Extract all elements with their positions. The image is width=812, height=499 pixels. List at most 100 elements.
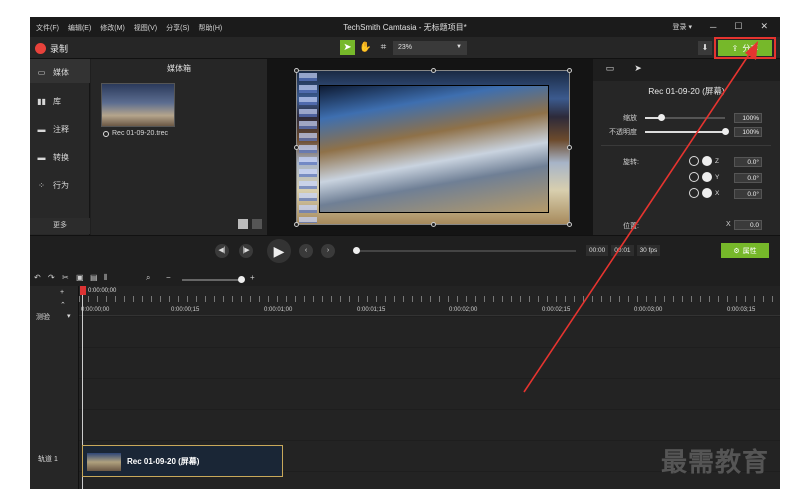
resize-handle[interactable] — [431, 68, 436, 73]
crop-tool-icon[interactable]: ⌗ — [376, 40, 391, 55]
rotate-z-icon — [689, 156, 699, 166]
quiz-marker-label[interactable]: 测验 — [36, 312, 50, 322]
clip-type-icon — [103, 130, 109, 137]
resize-handle[interactable] — [294, 145, 299, 150]
record-button[interactable]: 录制 — [35, 42, 68, 55]
step-forward-icon[interactable]: |▶ — [239, 244, 253, 258]
redo-icon[interactable]: ↷ — [48, 273, 55, 282]
copy-icon[interactable]: ▣ — [76, 273, 84, 282]
zoom-out-icon[interactable]: − — [166, 273, 171, 282]
ruler-label: 0:00:01;15 — [357, 307, 386, 313]
watermark: 最需教育 — [661, 448, 770, 478]
previous-icon[interactable]: ‹ — [299, 244, 313, 258]
rotate-x-handle[interactable] — [702, 188, 712, 198]
scrubber-knob[interactable] — [353, 247, 360, 254]
transition-icon: ▬ — [37, 153, 46, 162]
rail-item-media[interactable]: ▭ 媒体 — [36, 67, 69, 78]
minimize-button[interactable]: ─ — [710, 22, 716, 32]
window-title: TechSmith Camtasia - 无标题项目* — [343, 23, 467, 32]
opacity-slider-knob[interactable] — [722, 128, 729, 135]
collapse-icon[interactable]: ⌃ — [60, 301, 66, 309]
pos-x-label: X — [726, 221, 731, 228]
scale-value[interactable]: 100% — [734, 113, 762, 123]
chevron-down-icon: ▼ — [456, 44, 462, 50]
playback-scrubber[interactable] — [353, 247, 576, 254]
opacity-label: 不透明度 — [609, 129, 637, 136]
rotation-y: Y — [689, 172, 719, 182]
add-track-icon[interactable]: + — [60, 289, 64, 296]
resize-handle[interactable] — [294, 222, 299, 227]
ruler-ticks — [79, 296, 780, 302]
clip-thumbnail — [87, 453, 121, 471]
more-button[interactable]: 更多 — [30, 218, 90, 234]
resize-handle[interactable] — [431, 222, 436, 227]
gear-icon: ⚙ — [733, 247, 740, 255]
rail-item-annotations[interactable]: ▬ 注释 — [36, 124, 70, 135]
properties-button-label: 属性 — [742, 247, 757, 255]
rail-item-label: 注释 — [53, 125, 69, 134]
position-x-value[interactable]: 0.0 — [734, 220, 762, 230]
zoom-select[interactable]: 23% ▼ — [393, 41, 467, 55]
playhead[interactable] — [80, 286, 86, 295]
pointer-tool-icon[interactable]: ➤ — [340, 40, 355, 55]
maximize-button[interactable]: ☐ — [734, 21, 742, 32]
rotation-y-value[interactable]: 0.0° — [734, 173, 762, 183]
grid-view-icon[interactable] — [238, 219, 248, 229]
axis-y-label: Y — [715, 173, 720, 181]
properties-button[interactable]: ⚙ 属性 — [721, 243, 769, 258]
rotation-x-value[interactable]: 0.0° — [734, 189, 762, 199]
timeline-clip[interactable]: Rec 01-09-20 (屏幕) — [82, 445, 283, 477]
resize-handle[interactable] — [567, 68, 572, 73]
opacity-slider[interactable] — [645, 128, 729, 135]
download-icon[interactable]: ⬇ — [698, 41, 712, 55]
login-menu[interactable]: 登录 ▾ — [673, 22, 692, 32]
split-icon[interactable]: ⫴ — [104, 273, 107, 283]
rail-item-behaviors[interactable]: ⁘ 行为 — [36, 180, 69, 191]
rail-item-library[interactable]: ▮▮ 库 — [36, 96, 61, 107]
axis-x-label: X — [715, 189, 720, 197]
ruler-label: 0:00:03;00 — [634, 307, 663, 313]
library-icon: ▮▮ — [37, 97, 46, 106]
nested-screen — [319, 85, 549, 213]
timeline-zoom-knob[interactable] — [238, 276, 245, 283]
undo-icon[interactable]: ↶ — [34, 273, 41, 282]
resize-handle[interactable] — [567, 222, 572, 227]
zoom-value: 23% — [398, 44, 413, 51]
scale-slider-knob[interactable] — [658, 114, 665, 121]
zoom-in-icon[interactable]: + — [250, 273, 255, 282]
visual-properties-icon[interactable]: ▭ — [603, 63, 617, 77]
resize-handle[interactable] — [567, 145, 572, 150]
cursor-properties-icon[interactable]: ➤ — [631, 63, 645, 77]
rotate-y-handle[interactable] — [702, 172, 712, 182]
desktop-icons — [299, 73, 317, 223]
rotation-x: X — [689, 188, 719, 198]
resize-handle[interactable] — [294, 68, 299, 73]
track-1-label[interactable]: 轨道 1 — [38, 454, 58, 464]
rail-item-transitions[interactable]: ▬ 转换 — [36, 152, 70, 163]
timeline-ruler[interactable]: 0:00:00;00 0:00:00;15 0:00:01;00 0:00:01… — [79, 286, 780, 316]
canvas-tools: ➤ ✋ ⌗ — [340, 40, 391, 55]
media-thumbnail[interactable] — [101, 83, 175, 127]
recording-preview[interactable] — [296, 70, 570, 225]
record-icon — [35, 43, 46, 54]
play-icon[interactable]: ▶ — [267, 239, 291, 263]
opacity-value[interactable]: 100% — [734, 127, 762, 137]
cut-icon[interactable]: ✂ — [62, 273, 69, 282]
rotation-z-value[interactable]: 0.0° — [734, 157, 762, 167]
timeline-toolbar: ↶ ↷ ✂ ▣ ▤ ⫴ ⌕ − + — [30, 272, 780, 286]
rail-item-label: 转换 — [53, 153, 69, 162]
close-button[interactable]: ✕ — [760, 21, 768, 32]
ruler-label: 0:00:02;15 — [542, 307, 571, 313]
main-toolbar: 录制 ➤ ✋ ⌗ 23% ▼ ⬇ ⇪ 分享 — [30, 37, 780, 59]
paste-icon[interactable]: ▤ — [90, 273, 98, 282]
playback-bar: ◀| |▶ ▶ ‹ › 00:00 00:01 30 fps ⚙ 属性 — [30, 235, 780, 265]
list-view-icon[interactable] — [252, 219, 262, 229]
next-icon[interactable]: › — [321, 244, 335, 258]
hand-tool-icon[interactable]: ✋ — [358, 40, 373, 55]
step-back-icon[interactable]: ◀| — [215, 244, 229, 258]
rotate-z-handle[interactable] — [702, 156, 712, 166]
timeline-zoom-slider[interactable] — [182, 276, 245, 283]
search-icon[interactable]: ⌕ — [146, 273, 150, 283]
chevron-down-icon[interactable]: ▾ — [67, 312, 71, 320]
scale-slider[interactable] — [645, 114, 725, 121]
